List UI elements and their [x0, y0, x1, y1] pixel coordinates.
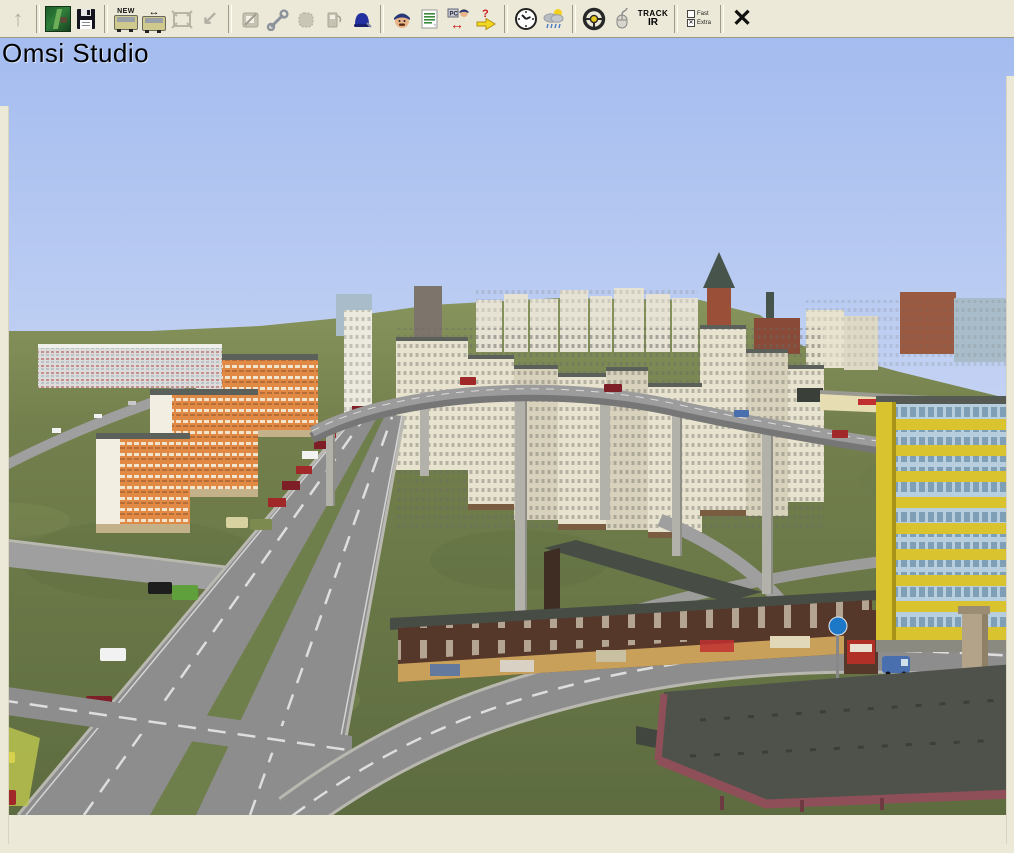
fuel-pump-icon — [322, 7, 346, 31]
new-bus-button[interactable]: NEW — [112, 4, 140, 34]
driver-button[interactable] — [388, 4, 416, 34]
toolbar-separator — [572, 5, 576, 33]
save-button[interactable] — [72, 4, 100, 34]
render-options-button[interactable]: Fast ✕Extra — [682, 4, 716, 34]
window-frame-right — [1006, 76, 1014, 853]
clock-icon — [513, 6, 539, 32]
move-bus-button[interactable]: ↔ — [140, 4, 168, 34]
window-frame-left — [0, 106, 9, 844]
steering-button[interactable] — [580, 4, 608, 34]
bus-new-icon: NEW — [114, 8, 138, 30]
trackir-button[interactable]: TRACK IR — [636, 4, 670, 34]
steering-wheel-icon — [581, 6, 607, 32]
mouse-button[interactable] — [608, 4, 636, 34]
map-button[interactable] — [44, 4, 72, 34]
toolbar-separator — [720, 5, 724, 33]
mouse-icon — [609, 6, 635, 32]
jerrycan-icon — [238, 7, 262, 31]
sack-icon — [294, 7, 318, 31]
wrench-icon — [266, 7, 290, 31]
enter-bus-button[interactable]: ↙ — [196, 4, 224, 34]
driver-face-icon — [390, 7, 414, 31]
toolbar-separator — [380, 5, 384, 33]
route-question-button[interactable]: ? — [472, 4, 500, 34]
close-button[interactable]: ✕ — [728, 4, 756, 34]
toolbar-separator — [36, 5, 40, 33]
map-thumbnail-icon — [45, 6, 71, 32]
time-button[interactable] — [512, 4, 540, 34]
timetable-button[interactable] — [416, 4, 444, 34]
close-x-icon: ✕ — [732, 7, 752, 31]
toolbar-separator — [104, 5, 108, 33]
checkboxes-icon: Fast ✕Extra — [687, 10, 711, 27]
cargo-button[interactable] — [292, 4, 320, 34]
viewport-title: Omsi Studio — [2, 38, 149, 69]
timetable-sheet-icon — [418, 7, 442, 31]
bus-move-icon: ↔ — [142, 7, 166, 31]
scene-render — [0, 38, 1014, 815]
weather-button[interactable] — [540, 4, 568, 34]
refuel-button[interactable] — [320, 4, 348, 34]
3d-viewport[interactable]: Omsi Studio — [0, 38, 1014, 806]
toolbar-separator — [504, 5, 508, 33]
frame-button[interactable] — [168, 4, 196, 34]
toolbar: ↑ NEW ↔ ↙ — [0, 0, 1014, 38]
up-arrow-icon: ↑ — [13, 8, 24, 30]
svg-text:↔: ↔ — [450, 16, 464, 32]
ai-swap-button[interactable]: PC ↔ — [444, 4, 472, 34]
back-up-button[interactable]: ↑ — [4, 4, 32, 34]
weather-icon — [541, 6, 567, 32]
distant-right-cluster — [806, 292, 1006, 370]
blue-beacon-icon — [350, 7, 374, 31]
beacon-button[interactable] — [348, 4, 376, 34]
toolbar-separator — [674, 5, 678, 33]
corner-shop — [844, 610, 878, 674]
question-arrow-icon: ? — [474, 6, 498, 32]
arrow-sw-icon: ↙ — [202, 9, 218, 28]
floppy-disk-icon — [74, 7, 98, 31]
repair-button[interactable] — [264, 4, 292, 34]
frame-icon — [170, 7, 194, 31]
jerrycan-button[interactable] — [236, 4, 264, 34]
window-frame-bottom — [0, 844, 1014, 853]
toolbar-separator — [228, 5, 232, 33]
pc-driver-swap-icon: PC ↔ — [445, 6, 471, 32]
trackir-text-icon: TRACK IR — [638, 10, 669, 28]
